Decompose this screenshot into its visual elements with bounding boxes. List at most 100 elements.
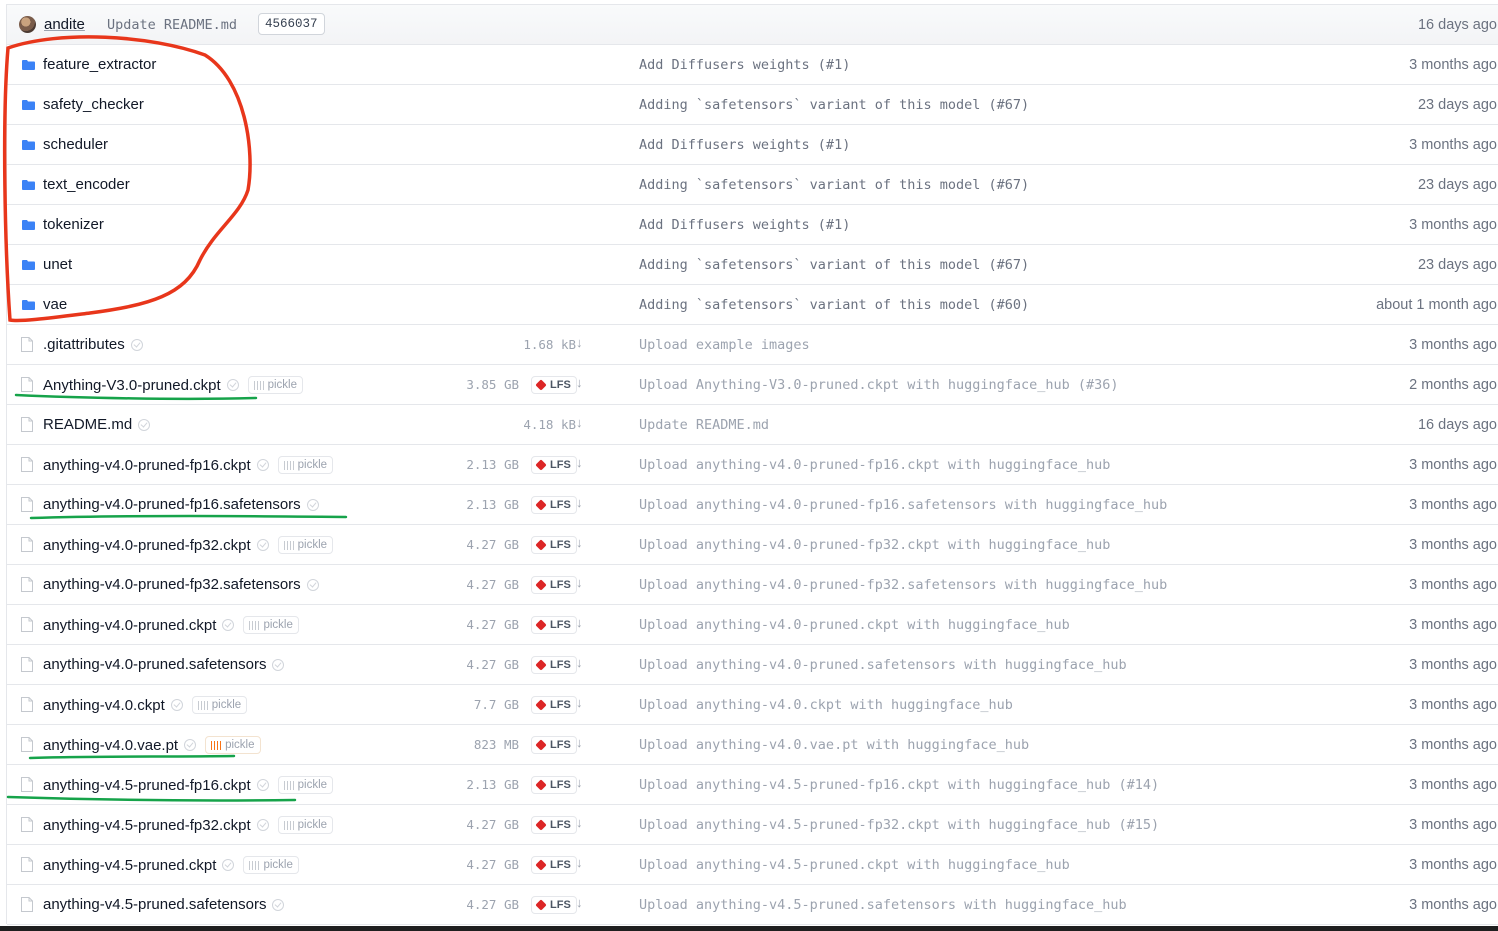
file-row[interactable]: anything-v4.0-pruned.ckpt pickle 4.27 GB LF… bbox=[7, 605, 1498, 645]
commit-message-link[interactable]: Add Diffusers weights (#1) bbox=[639, 57, 850, 73]
pickle-badge[interactable]: pickle bbox=[277, 456, 334, 474]
download-icon[interactable]: ↓ bbox=[576, 335, 583, 350]
download-icon[interactable]: ↓ bbox=[576, 615, 583, 630]
file-row[interactable]: anything-v4.0.vae.pt pickle 823 MB LFS ↓ Uplo… bbox=[7, 725, 1498, 765]
pickle-badge[interactable]: pickle bbox=[243, 856, 299, 874]
commit-message-link[interactable]: Adding `safetensors` variant of this mod… bbox=[639, 97, 1029, 113]
commit-message-link[interactable]: Upload anything-v4.0-pruned-fp32.ckpt wi… bbox=[639, 537, 1110, 553]
file-name-link[interactable]: anything-v4.0.vae.pt bbox=[43, 737, 178, 754]
lfs-label: LFS bbox=[550, 779, 571, 791]
commit-author-link[interactable]: andite bbox=[44, 16, 85, 33]
pickle-badge[interactable]: pickle bbox=[277, 536, 334, 554]
folder-row[interactable]: feature_extractor Add Diffusers weights (… bbox=[7, 45, 1498, 85]
commit-message-link[interactable]: Add Diffusers weights (#1) bbox=[639, 217, 850, 233]
file-name-link[interactable]: .gitattributes bbox=[43, 336, 125, 353]
file-name-link[interactable]: anything-v4.5-pruned.safetensors bbox=[43, 896, 266, 913]
file-row[interactable]: anything-v4.0-pruned-fp32.ckpt pickle 4.27… bbox=[7, 525, 1498, 565]
folder-name-link[interactable]: unet bbox=[43, 256, 72, 273]
download-icon[interactable]: ↓ bbox=[576, 855, 583, 870]
file-row[interactable]: anything-v4.0-pruned-fp16.safetensors 2.1… bbox=[7, 485, 1498, 525]
file-name-link[interactable]: anything-v4.0.ckpt bbox=[43, 697, 165, 714]
download-icon[interactable]: ↓ bbox=[576, 455, 583, 470]
pickle-badge[interactable]: pickle bbox=[205, 736, 261, 754]
file-row[interactable]: anything-v4.5-pruned-fp32.ckpt pickle 4.27… bbox=[7, 805, 1498, 845]
commit-message-link[interactable]: Update README.md bbox=[107, 17, 237, 33]
file-row[interactable]: anything-v4.5-pruned-fp16.ckpt pickle 2.13… bbox=[7, 765, 1498, 805]
file-name-link[interactable]: anything-v4.0-pruned-fp16.ckpt bbox=[43, 457, 251, 474]
file-name-link[interactable]: anything-v4.0-pruned-fp32.safetensors bbox=[43, 576, 301, 593]
pickle-badge[interactable]: pickle bbox=[247, 376, 304, 394]
file-row[interactable]: anything-v4.5-pruned.safetensors 4.27 GB L… bbox=[7, 885, 1498, 925]
download-icon[interactable]: ↓ bbox=[576, 375, 583, 390]
file-name-link[interactable]: anything-v4.5-pruned-fp16.ckpt bbox=[43, 777, 251, 794]
commit-message-link[interactable]: Adding `safetensors` variant of this mod… bbox=[639, 257, 1029, 273]
folder-name-link[interactable]: text_encoder bbox=[43, 176, 130, 193]
pickle-badge[interactable]: pickle bbox=[243, 616, 299, 634]
folder-name-link[interactable]: safety_checker bbox=[43, 96, 144, 113]
file-row[interactable]: anything-v4.0.ckpt pickle 7.7 GB LFS ↓ Upload… bbox=[7, 685, 1498, 725]
file-row[interactable]: anything-v4.5-pruned.ckpt pickle 4.27 GB LF… bbox=[7, 845, 1498, 885]
folder-row[interactable]: unet Adding `safetensors` variant of this… bbox=[7, 245, 1498, 285]
file-row[interactable]: anything-v4.0-pruned.safetensors 4.27 GB L… bbox=[7, 645, 1498, 685]
file-name-link[interactable]: Anything-V3.0-pruned.ckpt bbox=[43, 377, 221, 394]
download-icon[interactable]: ↓ bbox=[576, 895, 583, 910]
file-icon bbox=[21, 777, 33, 792]
file-name-group: anything-v4.5-pruned-fp32.ckpt pickle bbox=[43, 816, 334, 834]
pickle-badge[interactable]: pickle bbox=[277, 776, 334, 794]
file-name-link[interactable]: anything-v4.5-pruned-fp32.ckpt bbox=[43, 817, 251, 834]
file-row[interactable]: .gitattributes 1.68 kB ↓ Upload example ima… bbox=[7, 325, 1498, 365]
download-icon[interactable]: ↓ bbox=[576, 735, 583, 750]
folder-name-link[interactable]: tokenizer bbox=[43, 216, 104, 233]
download-icon[interactable]: ↓ bbox=[576, 695, 583, 710]
download-icon[interactable]: ↓ bbox=[576, 575, 583, 590]
folder-row[interactable]: safety_checker Adding `safetensors` varia… bbox=[7, 85, 1498, 125]
commit-message-link[interactable]: Upload anything-v4.0-pruned.safetensors … bbox=[639, 657, 1127, 673]
file-name-link[interactable]: anything-v4.0-pruned.safetensors bbox=[43, 656, 266, 673]
file-name-link[interactable]: anything-v4.0-pruned-fp16.safetensors bbox=[43, 496, 301, 513]
file-row[interactable]: README.md 4.18 kB ↓ Update README.md 16 days… bbox=[7, 405, 1498, 445]
folder-row[interactable]: text_encoder Adding `safetensors` variant… bbox=[7, 165, 1498, 205]
folder-name-link[interactable]: feature_extractor bbox=[43, 56, 156, 73]
commit-message-link[interactable]: Upload Anything-V3.0-pruned.ckpt with hu… bbox=[639, 377, 1119, 393]
file-row[interactable]: anything-v4.0-pruned-fp16.ckpt pickle 2.13… bbox=[7, 445, 1498, 485]
download-icon[interactable]: ↓ bbox=[576, 815, 583, 830]
commit-message-link[interactable]: Upload anything-v4.5-pruned.ckpt with hu… bbox=[639, 857, 1070, 873]
commit-message-link[interactable]: Adding `safetensors` variant of this mod… bbox=[639, 177, 1029, 193]
pickle-badge[interactable]: pickle bbox=[277, 816, 334, 834]
commit-hash-badge[interactable]: 4566037 bbox=[258, 13, 325, 35]
folder-row[interactable]: tokenizer Add Diffusers weights (#1) 3 mon… bbox=[7, 205, 1498, 245]
folder-row[interactable]: scheduler Add Diffusers weights (#1) 3 mon… bbox=[7, 125, 1498, 165]
commit-message-link[interactable]: Adding `safetensors` variant of this mod… bbox=[639, 297, 1029, 313]
folder-name-link[interactable]: vae bbox=[43, 296, 67, 313]
download-icon[interactable]: ↓ bbox=[576, 775, 583, 790]
commit-message-link[interactable]: Add Diffusers weights (#1) bbox=[639, 137, 850, 153]
commit-date: 3 months ago bbox=[1409, 137, 1497, 153]
commit-message-link[interactable]: Upload anything-v4.5-pruned-fp32.ckpt wi… bbox=[639, 817, 1159, 833]
download-icon[interactable]: ↓ bbox=[576, 415, 583, 430]
commit-message-link[interactable]: Upload anything-v4.0-pruned-fp16.ckpt wi… bbox=[639, 457, 1110, 473]
commit-message-link[interactable]: Upload anything-v4.0-pruned.ckpt with hu… bbox=[639, 617, 1070, 633]
folder-row[interactable]: vae Adding `safetensors` variant of this … bbox=[7, 285, 1498, 325]
commit-message-link[interactable]: Upload anything-v4.0.vae.pt with hugging… bbox=[639, 737, 1029, 753]
download-icon[interactable]: ↓ bbox=[576, 535, 583, 550]
folder-name-link[interactable]: scheduler bbox=[43, 136, 108, 153]
file-name-link[interactable]: anything-v4.5-pruned.ckpt bbox=[43, 857, 216, 874]
download-icon[interactable]: ↓ bbox=[576, 495, 583, 510]
commit-message-link[interactable]: Upload anything-v4.0.ckpt with huggingfa… bbox=[639, 697, 1013, 713]
commit-message-link[interactable]: Upload anything-v4.5-pruned.safetensors … bbox=[639, 897, 1127, 913]
commit-message-link[interactable]: Upload anything-v4.0-pruned-fp16.safeten… bbox=[639, 497, 1167, 513]
pickle-badge[interactable]: pickle bbox=[191, 696, 248, 714]
lfs-label: LFS bbox=[550, 859, 571, 871]
commit-message-link[interactable]: Upload anything-v4.5-pruned-fp16.ckpt wi… bbox=[639, 777, 1159, 793]
commit-message-link[interactable]: Upload example images bbox=[639, 337, 810, 353]
file-name-link[interactable]: anything-v4.0-pruned.ckpt bbox=[43, 617, 216, 634]
file-name-link[interactable]: README.md bbox=[43, 416, 132, 433]
file-row[interactable]: Anything-V3.0-pruned.ckpt pickle 3.85 GB LF… bbox=[7, 365, 1498, 405]
file-row[interactable]: anything-v4.0-pruned-fp32.safetensors 4.2… bbox=[7, 565, 1498, 605]
file-name-link[interactable]: anything-v4.0-pruned-fp32.ckpt bbox=[43, 537, 251, 554]
download-icon[interactable]: ↓ bbox=[576, 655, 583, 670]
avatar[interactable] bbox=[19, 16, 36, 33]
file-size: 7.7 GB bbox=[473, 697, 519, 712]
commit-message-link[interactable]: Upload anything-v4.0-pruned-fp32.safeten… bbox=[639, 577, 1167, 593]
commit-message-link[interactable]: Update README.md bbox=[639, 417, 769, 433]
